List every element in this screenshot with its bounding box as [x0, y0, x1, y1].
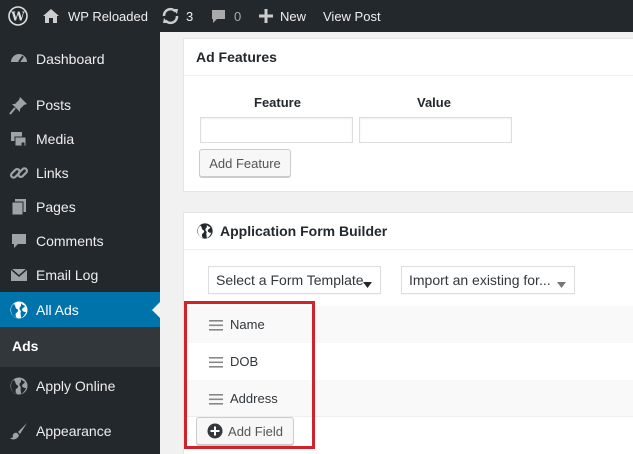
globe-icon	[9, 376, 29, 396]
sidebar-item-appearance[interactable]: Appearance	[0, 414, 160, 448]
globe-icon	[196, 222, 214, 240]
add-feature-button[interactable]: Add Feature	[199, 149, 291, 177]
email-icon	[9, 265, 29, 285]
comments-count: 0	[234, 8, 242, 24]
sidebar-item-label: Email Log	[36, 267, 99, 283]
plus-icon	[259, 9, 273, 23]
import-form-select-value: Import an existing for...	[409, 272, 551, 288]
comment-icon	[211, 9, 226, 24]
sidebar-item-label: All Ads	[36, 301, 79, 318]
sidebar-item-email-log[interactable]: Email Log	[0, 258, 160, 292]
wordpress-logo-icon[interactable]: W	[8, 0, 28, 32]
site-name: WP Reloaded	[68, 8, 148, 24]
ad-features-header: Ad Features	[184, 39, 633, 76]
value-input[interactable]	[359, 117, 512, 143]
sidebar-submenu: Ads	[0, 327, 160, 367]
form-template-select[interactable]: Select a Form Template	[208, 266, 381, 294]
comment-icon	[9, 231, 29, 251]
feature-column-header: Feature	[254, 95, 301, 110]
sidebar-item-label: Dashboard	[36, 51, 105, 67]
view-post-label: View Post	[323, 8, 381, 24]
sidebar-item-label: Media	[36, 131, 75, 147]
caret-down-icon	[363, 276, 372, 292]
view-post-link[interactable]: View Post	[323, 0, 381, 32]
comments-link[interactable]: 0	[211, 0, 241, 32]
sidebar-item-links[interactable]: Links	[0, 156, 160, 190]
pushpin-icon	[9, 95, 29, 115]
site-name-link[interactable]: WP Reloaded	[42, 0, 148, 32]
import-form-select[interactable]: Import an existing for...	[401, 266, 575, 294]
sidebar-item-label: Comments	[36, 233, 104, 249]
admin-sidebar: Dashboard Posts Media Links Pages Commen…	[0, 32, 160, 454]
sidebar-item-comments[interactable]: Comments	[0, 224, 160, 258]
feature-input[interactable]	[200, 117, 353, 143]
ad-features-box: Ad Features Feature Value Add Feature	[183, 38, 633, 192]
svg-text:W: W	[10, 10, 25, 24]
updates-icon	[161, 7, 180, 25]
sidebar-item-label: Links	[36, 165, 69, 181]
media-icon	[9, 129, 29, 149]
new-label: New	[280, 8, 307, 24]
updates-count: 3	[186, 8, 194, 24]
submenu-item-ads[interactable]: Ads	[12, 338, 38, 354]
sidebar-item-label: Appearance	[36, 423, 112, 439]
sidebar-item-media[interactable]: Media	[0, 122, 160, 156]
sidebar-item-pages[interactable]: Pages	[0, 190, 160, 224]
link-icon	[9, 163, 29, 183]
pages-icon	[9, 197, 29, 217]
sidebar-item-all-ads[interactable]: All Ads	[0, 292, 160, 327]
caret-down-icon	[557, 276, 566, 292]
brush-icon	[9, 421, 29, 441]
new-content-link[interactable]: New	[259, 0, 306, 32]
admin-bar: W WP Reloaded 3 0 New View Post	[0, 0, 633, 32]
sidebar-item-apply-online[interactable]: Apply Online	[0, 369, 160, 403]
dashboard-icon	[9, 49, 29, 69]
form-builder-title: Application Form Builder	[220, 223, 388, 239]
sidebar-item-label: Pages	[36, 199, 76, 215]
ad-features-title: Ad Features	[196, 49, 277, 65]
home-icon	[42, 8, 60, 24]
highlight-box	[184, 301, 315, 449]
sidebar-item-label: Posts	[36, 97, 72, 113]
form-template-select-value: Select a Form Template	[216, 272, 364, 288]
sidebar-item-posts[interactable]: Posts	[0, 88, 160, 122]
sidebar-item-dashboard[interactable]: Dashboard	[0, 42, 160, 76]
globe-icon	[9, 300, 29, 320]
form-builder-header: Application Form Builder	[184, 213, 633, 250]
updates-link[interactable]: 3	[161, 0, 193, 32]
sidebar-item-label: Apply Online	[36, 378, 116, 394]
value-column-header: Value	[417, 95, 451, 110]
